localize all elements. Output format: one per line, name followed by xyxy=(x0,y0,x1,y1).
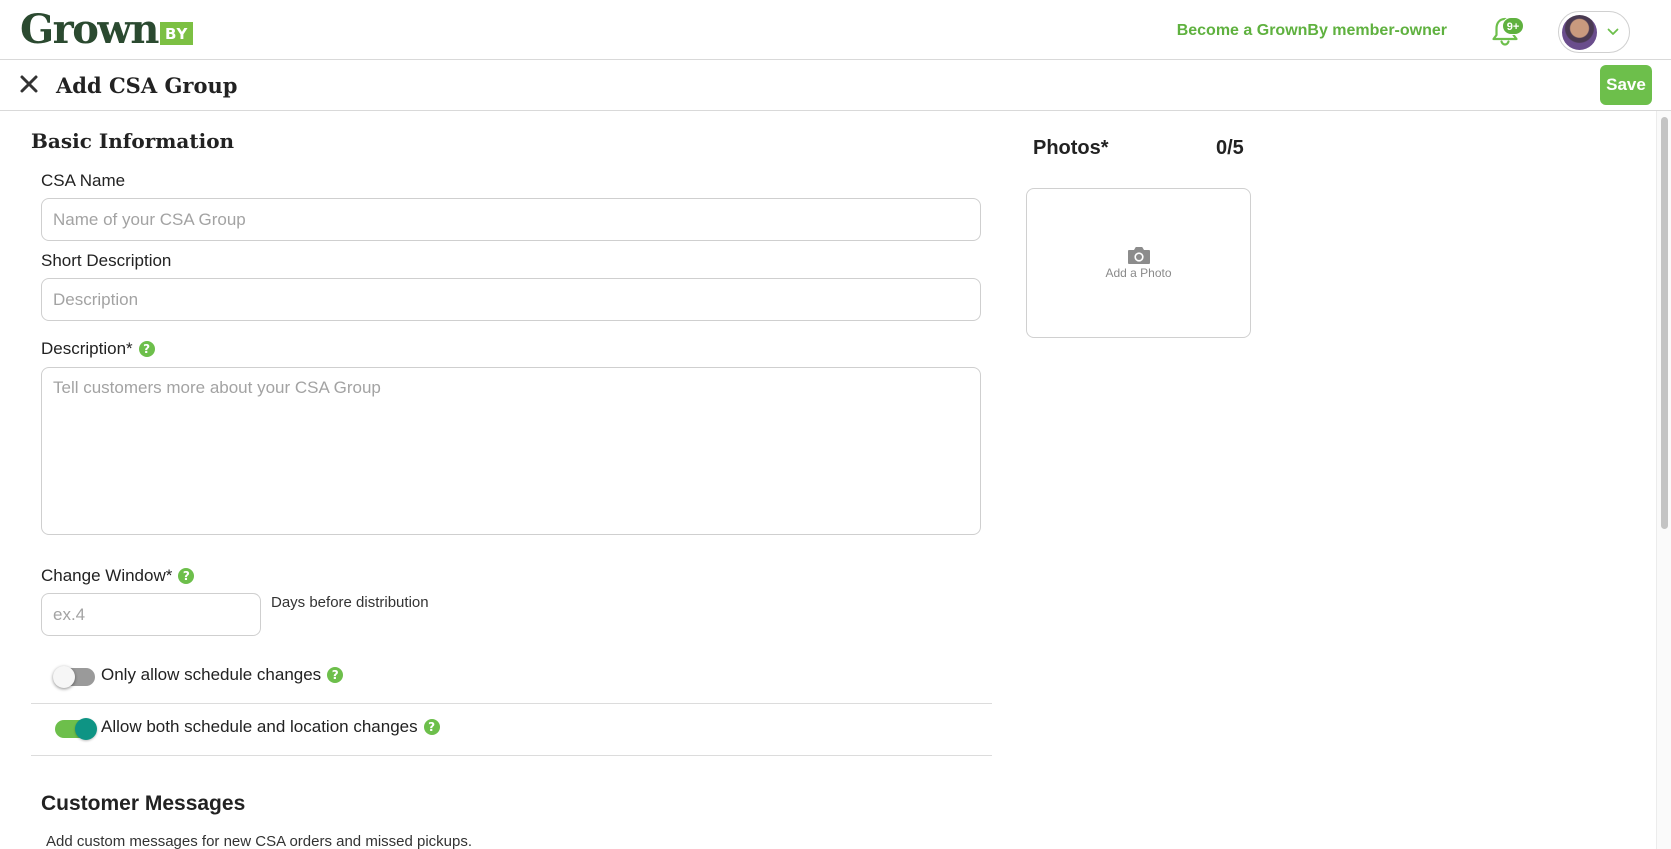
customer-messages-heading: Customer Messages xyxy=(41,792,246,815)
page-title: Add CSA Group xyxy=(56,73,238,98)
logo-by-badge: BY xyxy=(159,22,194,45)
schedule-and-location-label: Allow both schedule and location changes… xyxy=(101,717,440,737)
csa-name-label: CSA Name xyxy=(41,171,125,191)
customer-messages-subtitle: Add custom messages for new CSA orders a… xyxy=(46,833,473,849)
change-window-input[interactable] xyxy=(41,593,261,636)
close-icon[interactable] xyxy=(18,73,40,95)
logo-wordmark: Grown xyxy=(20,6,159,53)
add-photo-label: Add a Photo xyxy=(1105,266,1172,280)
user-menu-button[interactable] xyxy=(1558,11,1630,53)
scrollbar-thumb[interactable] xyxy=(1661,117,1668,529)
description-textarea[interactable] xyxy=(41,367,981,535)
help-icon[interactable]: ? xyxy=(138,341,155,357)
toggle-row-schedule-and-location: Allow both schedule and location changes… xyxy=(31,704,992,756)
camera-icon xyxy=(1128,247,1150,264)
toggle-knob xyxy=(53,666,75,688)
toggle-row-schedule-only: Only allow schedule changes ? xyxy=(31,652,992,704)
days-before-distribution-note: Days before distribution xyxy=(271,594,429,611)
csa-name-label-text: CSA Name xyxy=(41,171,126,190)
basic-information-heading: Basic Information xyxy=(31,129,235,153)
change-window-label-text: Change Window* xyxy=(41,566,173,585)
short-description-input[interactable] xyxy=(41,278,981,321)
help-icon[interactable]: ? xyxy=(178,568,195,584)
schedule-only-label-text: Only allow schedule changes xyxy=(101,665,322,684)
grownby-logo[interactable]: Grown BY xyxy=(20,6,194,53)
short-description-label-text: Short Description xyxy=(41,251,172,270)
form-content: Basic Information CSA Name Short Descrip… xyxy=(0,111,1656,849)
toggle-knob xyxy=(75,718,97,740)
help-icon[interactable]: ? xyxy=(327,667,344,683)
photos-count: 0/5 xyxy=(1216,137,1244,159)
schedule-and-location-label-text: Allow both schedule and location changes xyxy=(101,717,418,736)
top-navigation: Grown BY Become a GrownBy member-owner 9… xyxy=(0,0,1671,60)
photos-heading: Photos* xyxy=(1033,137,1109,159)
become-member-owner-link[interactable]: Become a GrownBy member-owner xyxy=(1177,22,1447,40)
add-photo-button[interactable]: Add a Photo xyxy=(1026,188,1251,338)
schedule-only-label: Only allow schedule changes ? xyxy=(101,665,344,685)
chevron-down-icon xyxy=(1607,28,1619,35)
notification-badge: 9+ xyxy=(1502,17,1524,35)
vertical-scrollbar[interactable] xyxy=(1656,111,1671,849)
description-label-text: Description* xyxy=(41,339,133,358)
schedule-only-toggle[interactable] xyxy=(53,666,95,688)
short-description-label: Short Description xyxy=(41,251,171,271)
csa-name-input[interactable] xyxy=(41,198,981,241)
change-window-label: Change Window* ? xyxy=(41,566,195,586)
description-label: Description* ? xyxy=(41,339,155,359)
page-header: Add CSA Group Save xyxy=(0,60,1671,111)
help-icon[interactable]: ? xyxy=(423,719,440,735)
avatar xyxy=(1562,15,1597,50)
save-button[interactable]: Save xyxy=(1600,65,1652,105)
schedule-and-location-toggle[interactable] xyxy=(55,718,97,740)
